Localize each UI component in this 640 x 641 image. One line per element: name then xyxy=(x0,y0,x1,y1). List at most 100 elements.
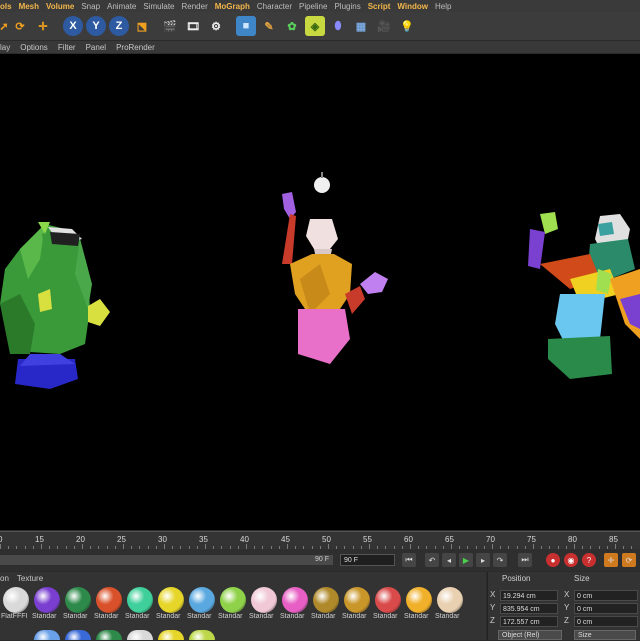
go-to-end-icon[interactable]: ⏭ xyxy=(518,553,532,567)
material-swatch[interactable]: Standar xyxy=(311,587,341,620)
next-key-icon[interactable]: ↷ xyxy=(493,553,507,567)
material-swatch[interactable]: Standar xyxy=(218,587,248,620)
right-figure[interactable] xyxy=(528,212,640,379)
viewport-menu-panel[interactable]: Panel xyxy=(86,43,106,52)
menu-help[interactable]: Help xyxy=(435,2,451,11)
material-menu: on Texture xyxy=(0,572,51,584)
center-figure[interactable] xyxy=(282,172,388,364)
material-swatch[interactable] xyxy=(32,630,62,640)
prev-frame-icon[interactable]: ◂ xyxy=(442,553,456,567)
autokey-icon[interactable]: ◉ xyxy=(564,553,578,567)
tick-label: 85 xyxy=(609,535,618,544)
menu-character[interactable]: Character xyxy=(257,2,292,11)
material-swatch[interactable]: Standar xyxy=(249,587,279,620)
tick-label: 25 xyxy=(117,535,126,544)
material-swatch[interactable]: FlatFFFI xyxy=(1,587,31,620)
rotate-icon[interactable]: ⟳ xyxy=(10,16,30,36)
viewport-menu-options[interactable]: Options xyxy=(20,43,48,52)
material-swatch[interactable]: Standar xyxy=(373,587,403,620)
camera-icon[interactable]: 🎥 xyxy=(374,16,394,36)
coordinate-mode-select[interactable]: Object (Rel) xyxy=(498,630,562,640)
material-swatch[interactable]: Standar xyxy=(32,587,62,620)
material-preview-ball xyxy=(375,587,401,613)
position-y-field[interactable]: 835.954 cm xyxy=(500,603,558,614)
y-axis-icon[interactable]: Y xyxy=(86,16,106,36)
material-swatch[interactable]: Standar xyxy=(63,587,93,620)
material-swatch[interactable] xyxy=(63,630,93,640)
rotate-key-icon[interactable]: ⟳ xyxy=(622,553,636,567)
pen-icon[interactable]: ✎ xyxy=(259,16,279,36)
keyframe-selection-icon[interactable]: ? xyxy=(582,553,596,567)
material-swatch[interactable]: Standar xyxy=(280,587,310,620)
menu-tools[interactable]: ols xyxy=(0,2,12,11)
menu-script[interactable]: Script xyxy=(368,2,391,11)
frame-field[interactable]: 90 F xyxy=(340,554,395,566)
coordinate-system-icon[interactable]: ⬔ xyxy=(132,16,152,36)
record-icon[interactable]: ● xyxy=(546,553,560,567)
size-header: Size xyxy=(574,574,590,583)
menu-volume[interactable]: Volume xyxy=(46,2,74,11)
x-axis-icon[interactable]: X xyxy=(63,16,83,36)
material-label: Standar xyxy=(63,613,93,620)
coordinates-panel: Position Size X 19.294 cm X 0 cm Y 835.9… xyxy=(487,572,640,640)
end-frame-label: 90 F xyxy=(315,555,329,565)
left-figure[interactable] xyxy=(0,222,110,389)
size-z-field[interactable]: 0 cm xyxy=(574,616,638,627)
material-menu-texture[interactable]: Texture xyxy=(17,574,43,583)
material-swatch[interactable]: Standar xyxy=(342,587,372,620)
material-swatch[interactable]: Standar xyxy=(156,587,186,620)
axis-label: Y xyxy=(490,603,498,612)
go-to-start-icon[interactable]: ⏮ xyxy=(402,553,416,567)
viewport-menu-filter[interactable]: Filter xyxy=(58,43,76,52)
next-frame-icon[interactable]: ▸ xyxy=(476,553,490,567)
menu-window[interactable]: Window xyxy=(397,2,428,11)
menu-mesh[interactable]: Mesh xyxy=(19,2,39,11)
material-swatch[interactable]: Standar xyxy=(125,587,155,620)
material-swatch[interactable]: Standar xyxy=(187,587,217,620)
material-swatch[interactable]: Standar xyxy=(94,587,124,620)
viewport-menu-prorender[interactable]: ProRender xyxy=(116,43,155,52)
menu-pipeline[interactable]: Pipeline xyxy=(299,2,327,11)
position-z-field[interactable]: 172.557 cm xyxy=(500,616,558,627)
menu-plugins[interactable]: Plugins xyxy=(334,2,360,11)
z-axis-icon[interactable]: Z xyxy=(109,16,129,36)
move-icon[interactable]: ✛ xyxy=(33,16,53,36)
render-settings-icon[interactable]: ⚙ xyxy=(206,16,226,36)
move-key-icon[interactable]: ✛ xyxy=(604,553,618,567)
prev-key-icon[interactable]: ↶ xyxy=(425,553,439,567)
menu-snap[interactable]: Snap xyxy=(81,2,100,11)
size-mode-select[interactable]: Size xyxy=(574,630,636,640)
material-preview-ball xyxy=(65,587,91,613)
material-swatch[interactable] xyxy=(156,630,186,640)
menu-mograph[interactable]: MoGraph xyxy=(215,2,250,11)
material-preview-ball xyxy=(189,587,215,613)
viewport-menu-display[interactable]: lay xyxy=(0,43,10,52)
size-y-field[interactable]: 0 cm xyxy=(574,603,638,614)
material-swatch[interactable] xyxy=(187,630,217,640)
timeline-ruler[interactable]: 0 15 20 25 30 35 40 45 50 55 60 65 70 75… xyxy=(0,531,640,549)
position-x-field[interactable]: 19.294 cm xyxy=(500,590,558,601)
material-swatch[interactable]: Standar xyxy=(435,587,465,620)
material-swatch[interactable]: Standar xyxy=(404,587,434,620)
material-swatch[interactable] xyxy=(94,630,124,640)
render-view-icon[interactable]: 🎞 xyxy=(183,16,203,36)
deformer-icon[interactable]: ◈ xyxy=(305,16,325,36)
floor-icon[interactable]: ▦ xyxy=(351,16,371,36)
3d-viewport[interactable] xyxy=(0,54,640,530)
size-x-field[interactable]: 0 cm xyxy=(574,590,638,601)
material-swatch[interactable] xyxy=(125,630,155,640)
tick-label: 80 xyxy=(568,535,577,544)
menu-animate[interactable]: Animate xyxy=(107,2,136,11)
capsule-icon[interactable]: ⬮ xyxy=(328,16,348,36)
menu-simulate[interactable]: Simulate xyxy=(143,2,174,11)
play-icon[interactable]: ▶ xyxy=(459,553,473,567)
material-label: FlatFFFI xyxy=(1,613,31,620)
menu-render[interactable]: Render xyxy=(182,2,208,11)
material-preview-ball xyxy=(344,587,370,613)
cube-icon[interactable]: ■ xyxy=(236,16,256,36)
light-icon[interactable]: 💡 xyxy=(397,16,417,36)
material-menu-function[interactable]: on xyxy=(0,574,9,583)
generator-icon[interactable]: ✿ xyxy=(282,16,302,36)
render-region-icon[interactable]: 🎬 xyxy=(160,16,180,36)
timeline-scrub-bar[interactable]: 90 F xyxy=(0,555,333,565)
